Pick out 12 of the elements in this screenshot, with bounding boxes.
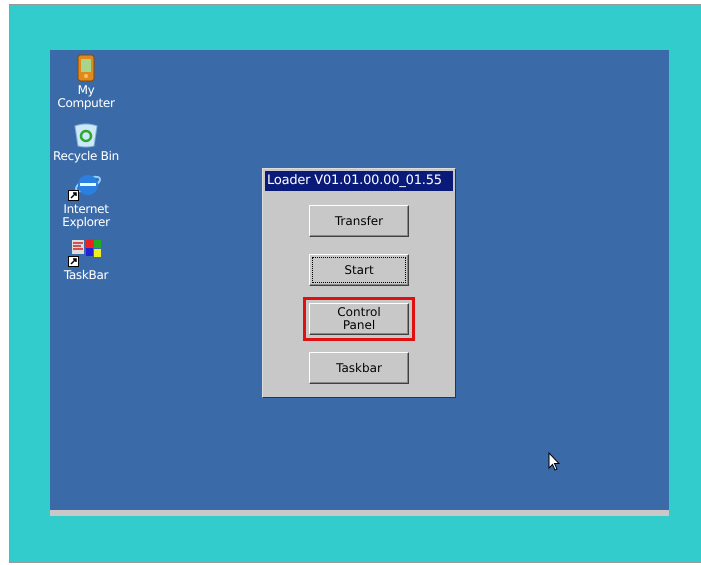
dialog-button[interactable]: Taskbar bbox=[309, 352, 409, 384]
dialog-title: Loader V01.01.00.00_01.55 bbox=[265, 171, 453, 191]
icon-label[interactable]: Recycle Bin bbox=[53, 150, 119, 163]
icon-label[interactable]: TaskBar bbox=[64, 269, 108, 282]
recycle-bin-icon bbox=[73, 122, 99, 148]
handheld-icon bbox=[77, 54, 95, 82]
mouse-pointer-icon bbox=[548, 452, 560, 471]
icon-label[interactable]: Internet Explorer bbox=[50, 203, 122, 229]
icon-label[interactable]: My Computer bbox=[50, 84, 122, 110]
dialog-button[interactable]: Start bbox=[309, 254, 409, 286]
dialog-button[interactable]: Control Panel bbox=[309, 303, 409, 335]
dialog-button[interactable]: Transfer bbox=[309, 205, 409, 237]
